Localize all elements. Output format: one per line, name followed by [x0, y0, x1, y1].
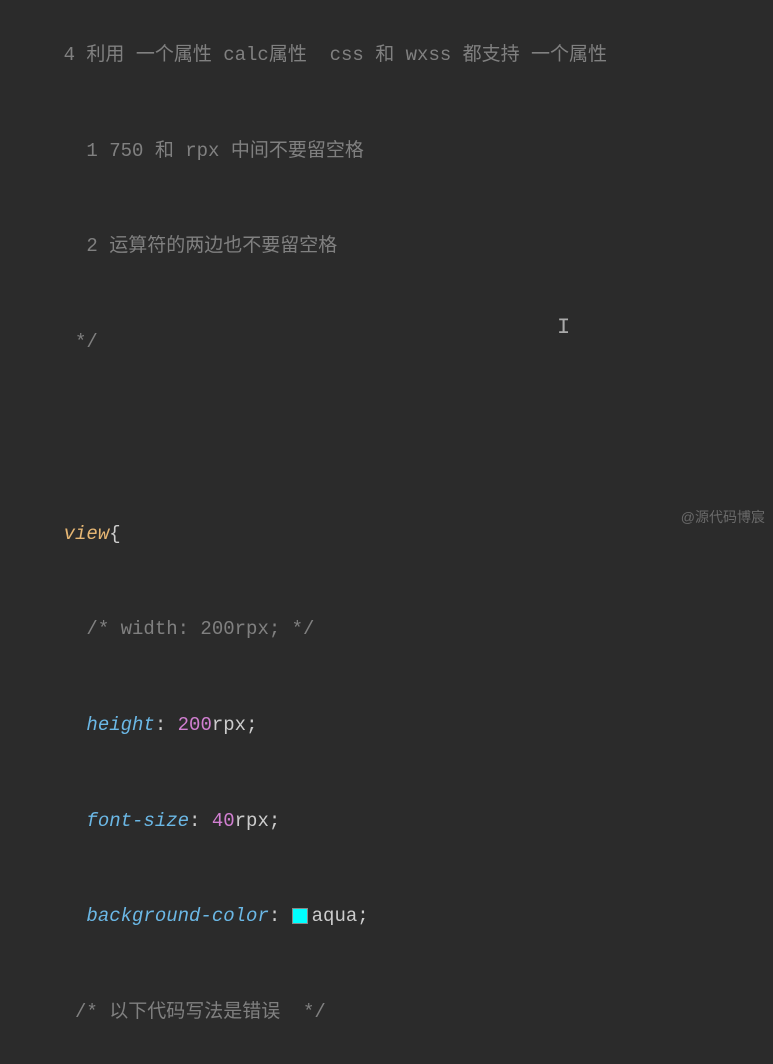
css-selector: view	[64, 523, 110, 545]
code-editor[interactable]: 4 利用 一个属性 calc属性 css 和 wxss 都支持 一个属性 1 7…	[0, 0, 773, 532]
css-value-color: aqua	[312, 905, 358, 927]
comment-text: /* 以下代码写法是错误 */	[64, 1001, 326, 1023]
code-line: /* 以下代码写法是错误 */	[0, 965, 773, 1061]
comment-text: 1 750 和 rpx 中间不要留空格	[64, 140, 364, 162]
comment-text: 4 利用 一个属性 calc属性 css 和 wxss 都支持 一个属性	[64, 44, 607, 66]
css-value-unit: rpx	[235, 810, 269, 832]
code-line: height: 200rpx;	[0, 678, 773, 774]
code-line: 4 利用 一个属性 calc属性 css 和 wxss 都支持 一个属性	[0, 8, 773, 104]
code-line: view{	[0, 487, 773, 583]
css-property-bgcolor: background-color	[64, 905, 269, 927]
color-swatch-icon	[292, 908, 308, 924]
code-line: font-size: 40rpx;	[0, 774, 773, 870]
code-line: /* width: 200rpx; */	[0, 582, 773, 678]
css-value-number: 200	[178, 714, 212, 736]
watermark-text: @源代码博宸	[681, 506, 765, 530]
css-value-unit: rpx	[212, 714, 246, 736]
code-line: 2 运算符的两边也不要留空格	[0, 199, 773, 295]
code-line: */	[0, 295, 773, 391]
code-line: 1 750 和 rpx 中间不要留空格	[0, 104, 773, 200]
css-property-height: height	[64, 714, 155, 736]
code-line: background-color: aqua;	[0, 869, 773, 965]
comment-text: /* width: 200rpx; */	[64, 618, 315, 640]
css-value-number: 40	[212, 810, 235, 832]
code-line-blank	[0, 391, 773, 487]
css-property-fontsize: font-size	[64, 810, 189, 832]
comment-close: */	[64, 331, 98, 353]
code-line: /* width:750 rpx * 100 / 375 ; */	[0, 1061, 773, 1064]
comment-text: 2 运算符的两边也不要留空格	[64, 235, 338, 257]
brace-open: {	[109, 523, 120, 545]
